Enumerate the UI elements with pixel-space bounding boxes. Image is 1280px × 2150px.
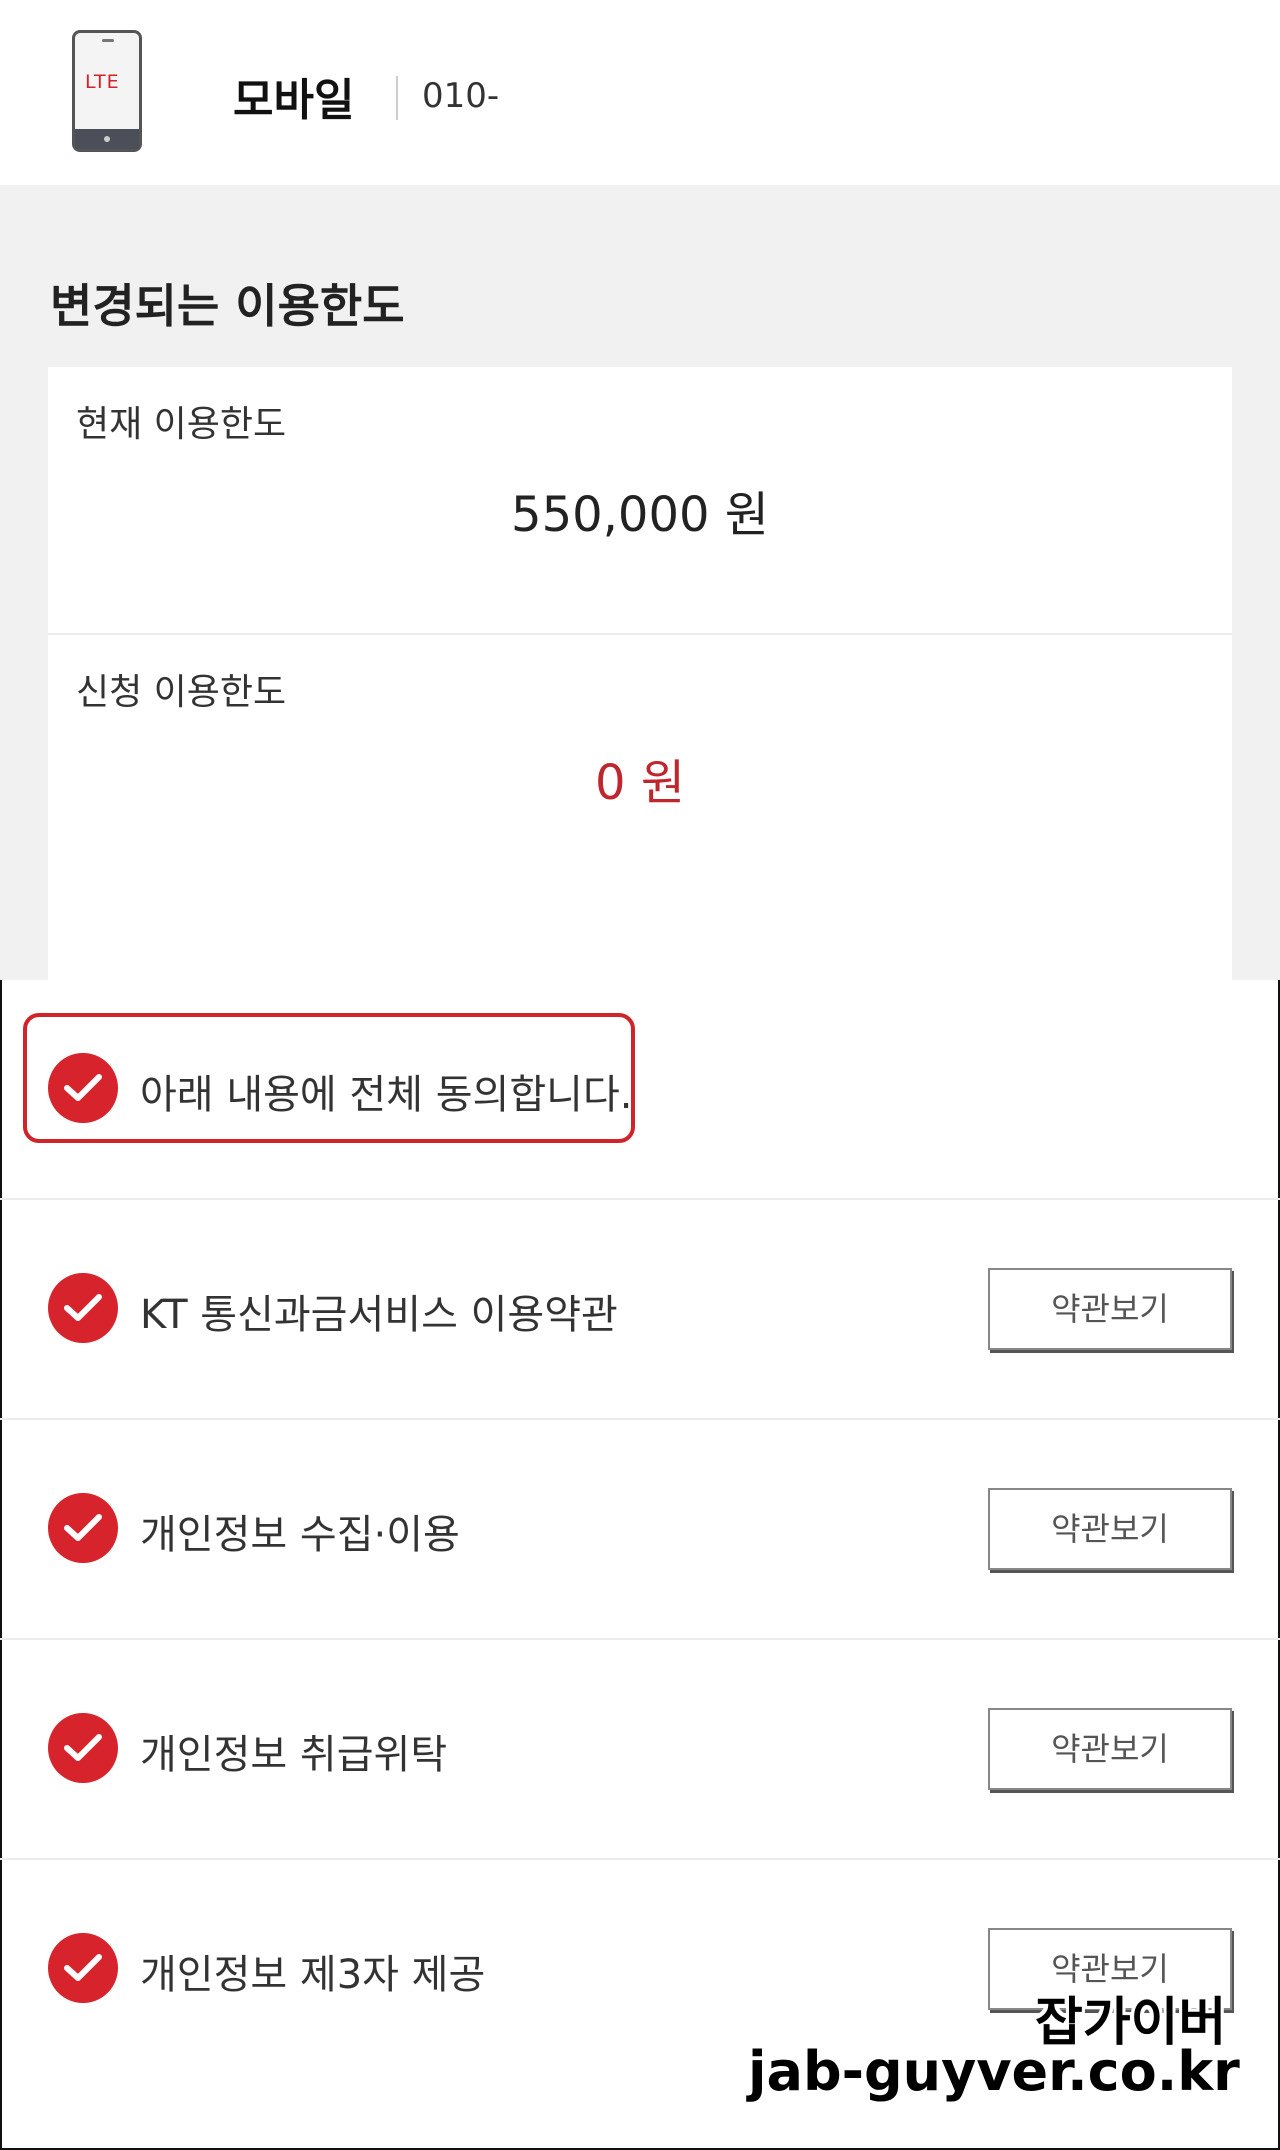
- limit-section: 변경되는 이용한도 현재 이용한도 550,000 원 신청 이용한도 0 원: [0, 185, 1280, 1087]
- agree-item-label[interactable]: 개인정보 수집·이용: [140, 1502, 460, 1560]
- current-limit-row: 현재 이용한도 550,000 원: [48, 367, 1232, 635]
- agree-item-label[interactable]: 개인정보 제3자 제공: [140, 1942, 485, 2000]
- check-icon: [64, 1294, 102, 1321]
- agree-all-label[interactable]: 아래 내용에 전체 동의합니다.: [140, 1062, 632, 1120]
- agree-item-label[interactable]: 개인정보 취급위탁: [140, 1722, 447, 1780]
- check-icon: [64, 1954, 102, 1981]
- agree-item-checkbox[interactable]: [48, 1493, 118, 1563]
- check-icon: [64, 1514, 102, 1541]
- phone-number: 010-: [422, 76, 500, 116]
- phone-speaker: [102, 39, 114, 42]
- page-title: 모바일: [233, 75, 355, 126]
- check-icon: [64, 1074, 102, 1101]
- check-icon: [64, 1734, 102, 1761]
- agree-item-checkbox[interactable]: [48, 1713, 118, 1783]
- divider: [0, 1418, 1280, 1420]
- agree-item-label[interactable]: KT 통신과금서비스 이용약관: [140, 1282, 618, 1340]
- view-terms-button[interactable]: 약관보기: [988, 1488, 1232, 1570]
- requested-limit-row: 신청 이용한도 0 원: [48, 635, 1232, 901]
- current-limit-label: 현재 이용한도: [76, 404, 287, 445]
- view-terms-button[interactable]: 약관보기: [988, 1708, 1232, 1790]
- phone-bottom-bar: [75, 129, 139, 149]
- header: LTE 모바일 010-: [0, 0, 1280, 185]
- limit-card: 현재 이용한도 550,000 원 신청 이용한도 0 원: [48, 367, 1232, 1087]
- requested-limit-label: 신청 이용한도: [76, 672, 287, 713]
- agree-all-checkbox[interactable]: [48, 1053, 118, 1123]
- view-terms-button[interactable]: 약관보기: [988, 1268, 1232, 1350]
- divider: [0, 1638, 1280, 1640]
- divider: [0, 1198, 1280, 1200]
- watermark-url: jab-guyver.co.kr: [748, 2040, 1240, 2103]
- header-divider: [396, 76, 398, 120]
- divider: [0, 1858, 1280, 1860]
- section-title: 변경되는 이용한도: [50, 279, 405, 333]
- requested-limit-value: 0 원: [595, 755, 685, 811]
- lte-label: LTE: [85, 71, 120, 93]
- current-limit-value: 550,000 원: [511, 487, 769, 543]
- agree-item-checkbox[interactable]: [48, 1273, 118, 1343]
- lte-phone-icon: LTE: [72, 30, 142, 152]
- agree-item-checkbox[interactable]: [48, 1933, 118, 2003]
